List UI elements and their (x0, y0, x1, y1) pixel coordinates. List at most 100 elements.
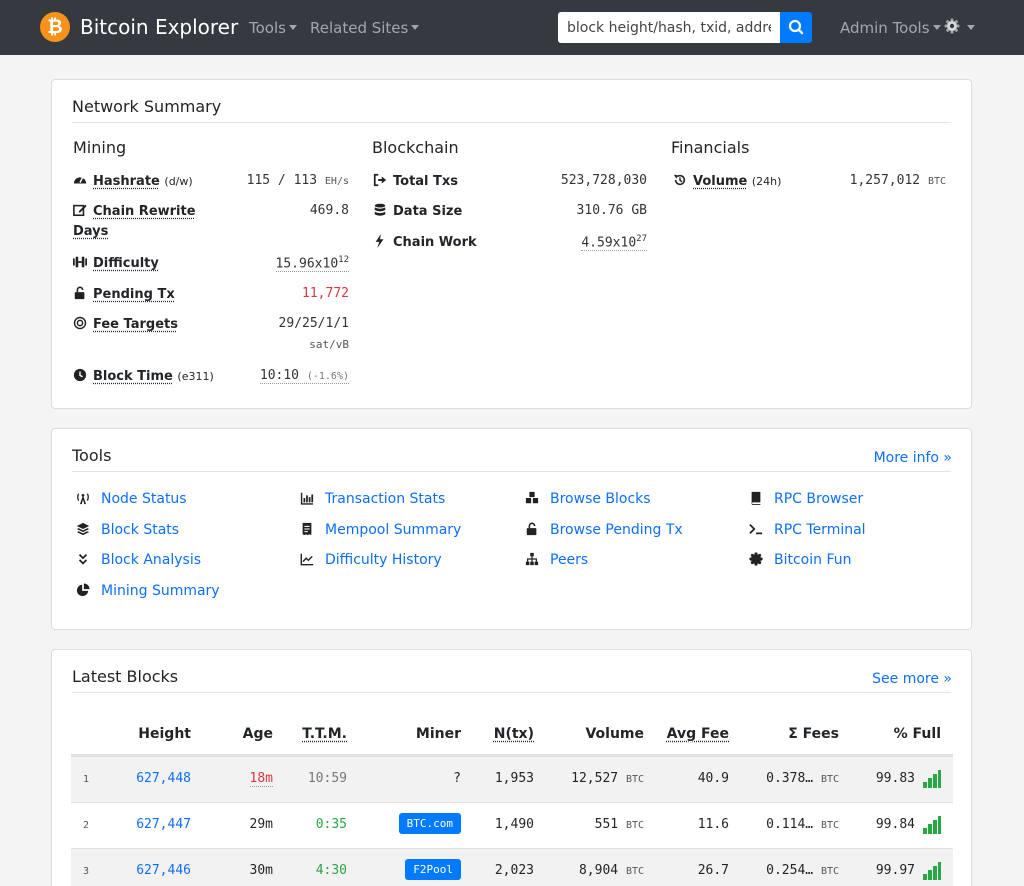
tool-block-stats[interactable]: Block Stats (76, 522, 179, 538)
row-index: 3 (83, 866, 89, 877)
pie-icon (76, 583, 90, 597)
see-more-link[interactable]: See more » (872, 671, 952, 687)
search-input[interactable] (558, 12, 780, 43)
tool-difficulty-history[interactable]: Difficulty History (300, 552, 442, 568)
tools-menu[interactable]: Tools (249, 19, 297, 37)
col-full: % Full (894, 726, 941, 742)
chain-rewrite-label[interactable]: Chain Rewrite (73, 203, 196, 219)
tool-block-analysis[interactable]: Block Analysis (76, 552, 201, 568)
tools-card: Tools More info » Node Status Block Stat… (51, 428, 972, 630)
chain-work-value[interactable]: 4.59x1027 (581, 234, 647, 251)
tool-bitcoin-fun[interactable]: Bitcoin Fun (749, 552, 852, 568)
sign-out-icon (373, 173, 387, 187)
miner-badge[interactable]: F2Pool (405, 859, 461, 880)
block-ntx: 1,490 (495, 817, 534, 832)
brand-title[interactable]: Bitcoin Explorer (80, 14, 238, 41)
tool-mining-summary[interactable]: Mining Summary (76, 583, 220, 599)
block-age[interactable]: 18m (250, 771, 273, 787)
block-ttm: 0:35 (316, 817, 347, 832)
difficulty-label[interactable]: Difficulty (73, 255, 159, 271)
admin-tools-label: Admin Tools (840, 19, 930, 37)
tool-node-status[interactable]: Node Status (76, 491, 187, 507)
chain-work-label[interactable]: Chain Work (373, 234, 477, 250)
network-summary-title: Network Summary (72, 97, 221, 116)
divider (72, 471, 951, 472)
mining-heading: Mining (73, 138, 126, 157)
chain-rewrite-label-2[interactable]: Days (73, 224, 108, 239)
difficulty-value[interactable]: 15.96x1012 (276, 255, 349, 272)
signal-bars-icon (923, 816, 941, 834)
tool-browse-blocks[interactable]: Browse Blocks (525, 491, 651, 507)
block-height-link[interactable]: 627,447 (136, 817, 191, 832)
hashrate-value: 115 / 113 EH/s (247, 173, 349, 188)
block-height-link[interactable]: 627,448 (136, 771, 191, 786)
related-sites-menu[interactable]: Related Sites (310, 19, 419, 37)
data-size-row: Data Size 310.76 GB (373, 203, 647, 223)
unlock-icon (73, 286, 87, 300)
table-row: 3 627,446 30m 4:30 F2Pool 2,023 8,904 BT… (71, 848, 953, 886)
volume-label[interactable]: Volume (24h) (673, 173, 781, 189)
hashrate-label[interactable]: Hashrate (d/w) (73, 173, 193, 189)
database-icon (373, 203, 387, 217)
tool-peers[interactable]: Peers (525, 552, 588, 568)
bar-chart-icon (300, 491, 314, 505)
tower-icon (76, 491, 90, 505)
search-button[interactable] (780, 12, 812, 43)
pending-tx-label[interactable]: Pending Tx (73, 286, 175, 302)
miner-badge[interactable]: BTC.com (399, 813, 461, 834)
block-ntx: 1,953 (495, 771, 534, 786)
chain-work-row: Chain Work 4.59x1027 (373, 234, 647, 254)
data-size-value: 310.76 GB (577, 203, 647, 218)
total-txs-value: 523,728,030 (561, 173, 647, 188)
block-total-fees: 0.254… BTC (766, 863, 839, 878)
tool-mempool-summary[interactable]: Mempool Summary (300, 522, 461, 538)
block-height-link[interactable]: 627,446 (136, 863, 191, 878)
fee-targets-value: 29/25/1/1 (279, 316, 349, 331)
table-row: 2 627,447 29m 0:35 BTC.com 1,490 551 BTC… (71, 802, 953, 848)
tool-transaction-stats[interactable]: Transaction Stats (300, 491, 445, 507)
receipt-icon (300, 522, 314, 536)
block-full: 99.97 (876, 863, 915, 878)
angles-down-icon (76, 552, 90, 566)
block-time-label[interactable]: Block Time (e311) (73, 368, 214, 384)
more-info-link[interactable]: More info » (874, 450, 952, 466)
block-avg-fee: 40.9 (698, 771, 729, 786)
tool-browse-pending-tx[interactable]: Browse Pending Tx (525, 522, 683, 538)
chevron-down-icon[interactable] (967, 25, 975, 30)
col-height: Height (138, 726, 191, 742)
edit-icon (73, 203, 87, 217)
col-ntx[interactable]: N(tx) (494, 726, 534, 742)
pending-tx-value[interactable]: 11,772 (302, 286, 349, 301)
block-avg-fee: 26.7 (698, 863, 729, 878)
bolt-icon (373, 234, 387, 248)
clock-icon (73, 368, 87, 382)
block-age: 30m (250, 863, 273, 878)
network-summary-card: Network Summary Mining Hashrate (d/w) 11… (51, 79, 972, 409)
tool-rpc-browser[interactable]: RPC Browser (749, 491, 863, 507)
gear-icon[interactable] (944, 18, 960, 34)
data-size-label[interactable]: Data Size (373, 203, 462, 219)
fee-targets-row: Fee Targets 29/25/1/1 sat/vB (73, 316, 349, 356)
col-total-fees: Σ Fees (788, 726, 839, 742)
block-age: 29m (250, 817, 273, 832)
fee-targets-label[interactable]: Fee Targets (73, 316, 178, 332)
tools-menu-label: Tools (249, 19, 286, 37)
divider (72, 692, 951, 693)
block-volume: 12,527 BTC (571, 771, 644, 786)
col-ttm[interactable]: T.T.M. (302, 726, 347, 742)
signal-bars-icon (923, 770, 941, 788)
tool-rpc-terminal[interactable]: RPC Terminal (749, 522, 866, 538)
bitcoin-logo-icon[interactable]: ₿ (40, 12, 70, 42)
table-row: 1 627,448 18m 10:59 ? 1,953 12,527 BTC 4… (71, 756, 953, 802)
col-avg-fee[interactable]: Avg Fee (667, 726, 729, 742)
row-index: 2 (83, 820, 89, 831)
top-navbar: ₿ Bitcoin Explorer Tools Related Sites A… (0, 0, 1024, 55)
blockchain-heading: Blockchain (372, 138, 459, 157)
col-age: Age (243, 726, 273, 742)
chain-rewrite-value: 469.8 (310, 203, 349, 218)
admin-tools-menu[interactable]: Admin Tools (840, 19, 941, 37)
block-time-value[interactable]: 10:10 (-1.6%) (260, 368, 349, 384)
block-full: 99.83 (876, 771, 915, 786)
chevron-down-icon (933, 25, 941, 30)
total-txs-label[interactable]: Total Txs (373, 173, 458, 189)
